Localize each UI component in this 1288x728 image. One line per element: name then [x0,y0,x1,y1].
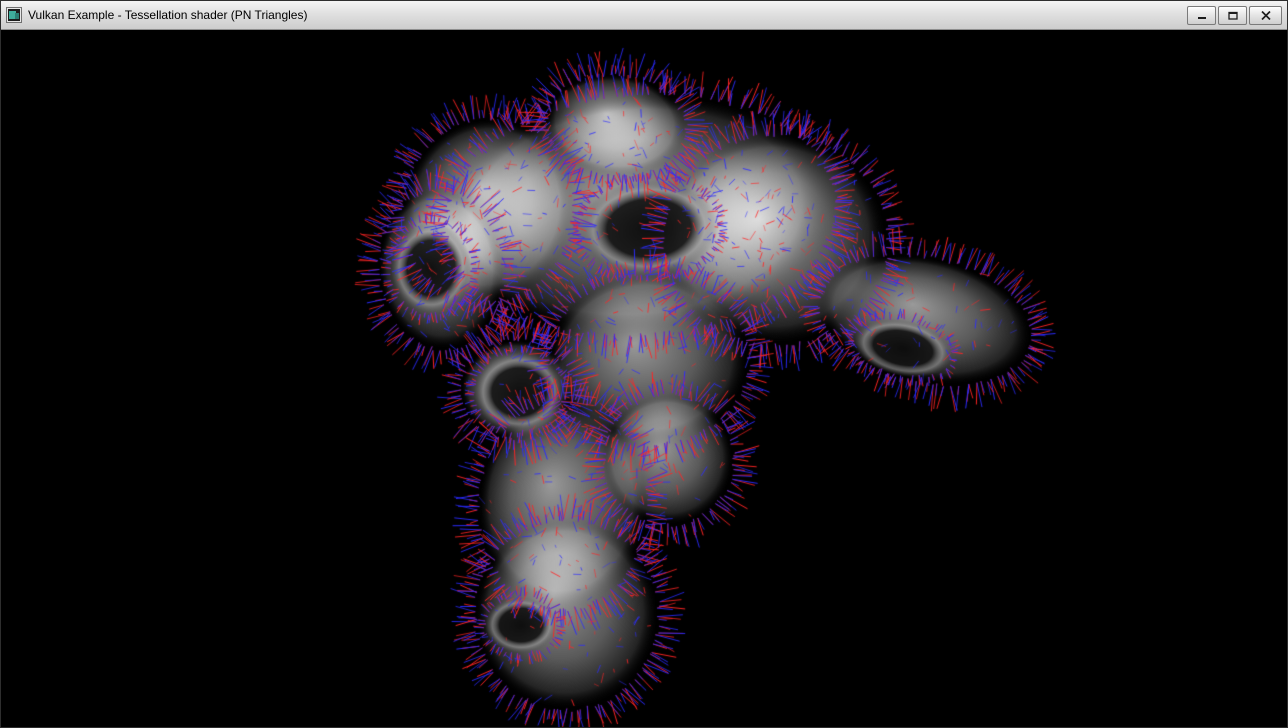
app-icon[interactable] [6,7,22,23]
vulkan-app-icon [6,7,22,23]
titlebar[interactable]: Vulkan Example - Tessellation shader (PN… [1,1,1287,30]
maximize-button[interactable] [1218,6,1247,25]
close-button[interactable] [1249,6,1282,25]
render-viewport[interactable] [1,30,1287,727]
minimize-button[interactable] [1187,6,1216,25]
render-canvas[interactable] [1,30,1287,727]
window-controls [1187,6,1282,25]
maximize-icon [1228,11,1238,20]
app-window: Vulkan Example - Tessellation shader (PN… [0,0,1288,728]
close-icon [1261,11,1271,20]
minimize-icon [1197,11,1207,20]
window-title: Vulkan Example - Tessellation shader (PN… [28,8,307,22]
